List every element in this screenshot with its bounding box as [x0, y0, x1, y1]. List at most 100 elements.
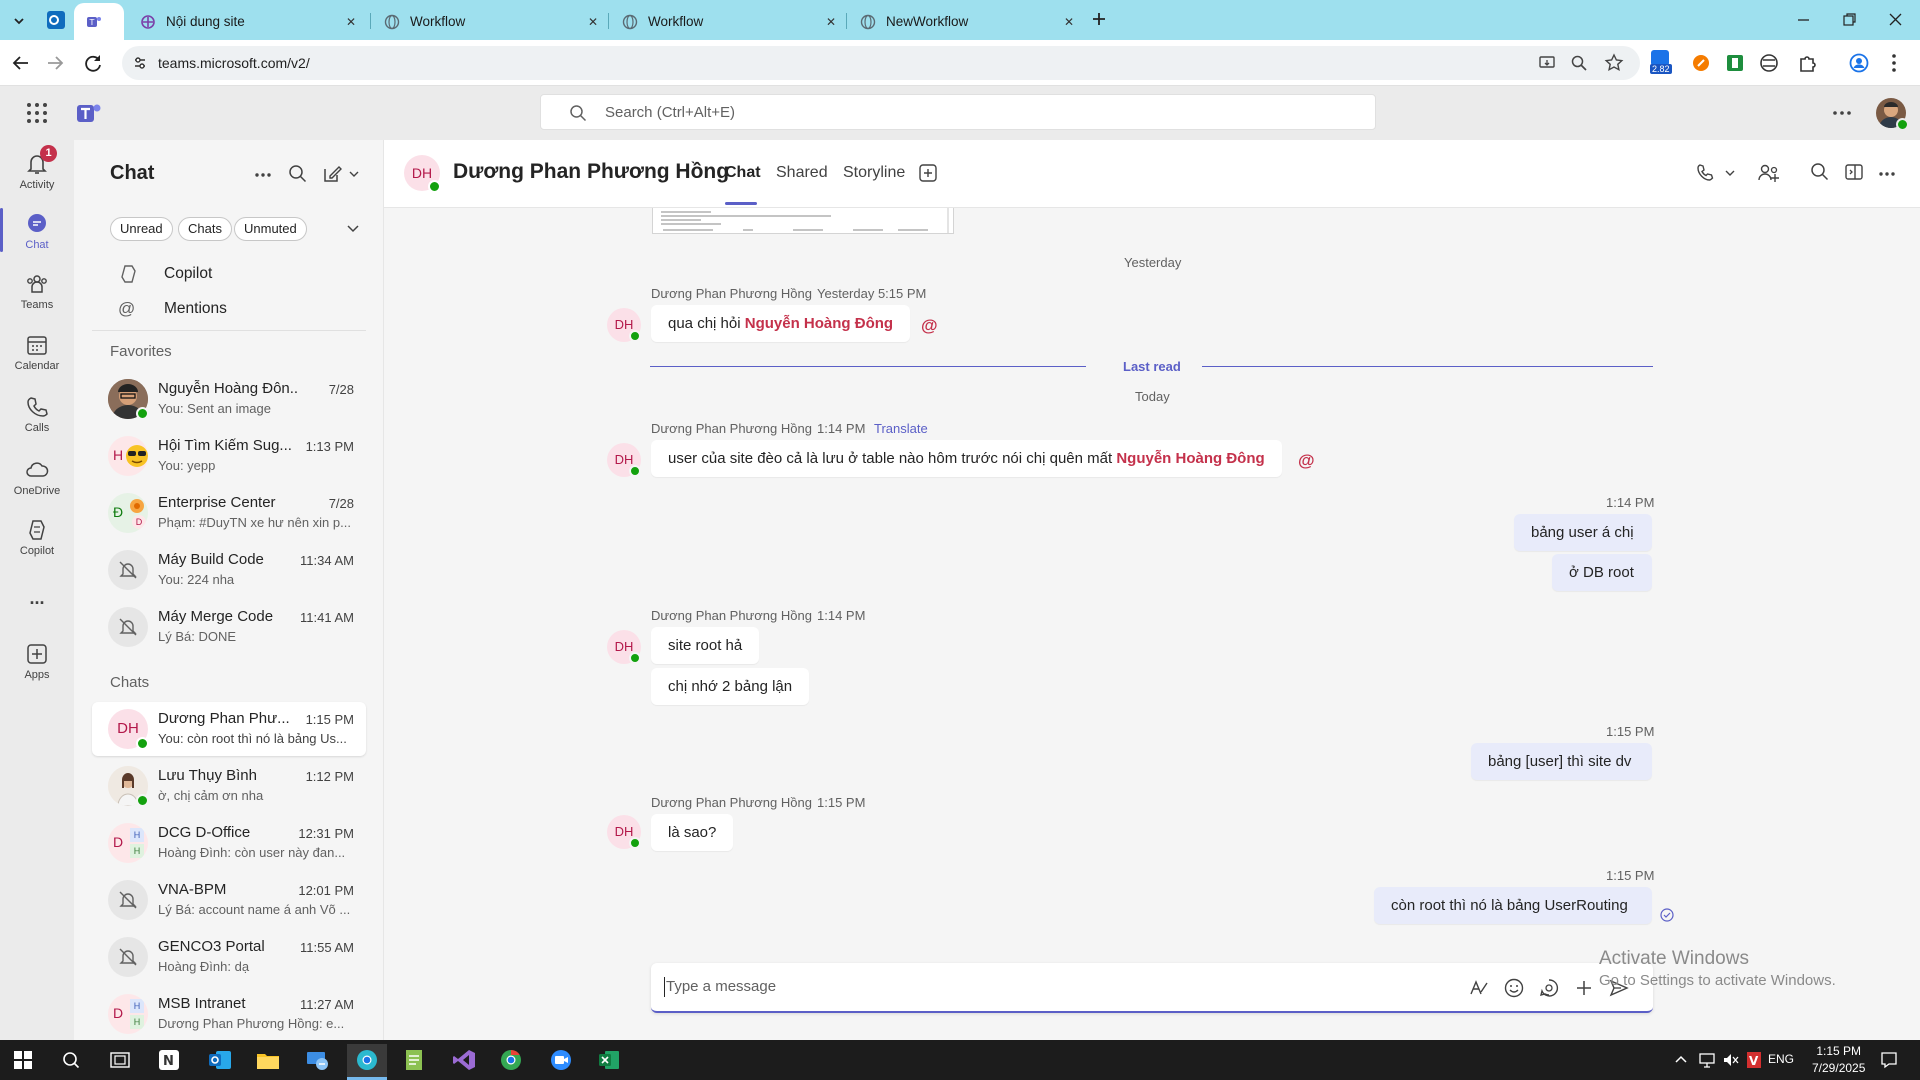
network-icon[interactable] [1698, 1052, 1716, 1068]
my-message-bubble[interactable]: bảng user á chị [1514, 514, 1652, 551]
message-bubble[interactable]: là sao? [651, 814, 734, 851]
pinned-tab-teams[interactable]: T [74, 3, 124, 40]
tab-chat[interactable]: Chat [725, 164, 761, 182]
install-app-icon[interactable] [1538, 54, 1556, 72]
close-tab-icon[interactable]: ✕ [346, 15, 356, 29]
open-side-panel-icon[interactable] [1844, 162, 1864, 182]
message-bubble[interactable]: site root hả [651, 627, 760, 664]
restore-button[interactable] [1838, 10, 1862, 30]
extension-green-icon[interactable] [1724, 52, 1746, 74]
chevron-down-icon[interactable] [346, 224, 360, 234]
profile-icon[interactable] [1848, 52, 1870, 74]
message-bubble[interactable]: qua chị hỏi Nguyễn Hoàng Đông [651, 305, 911, 342]
rail-teams[interactable]: Teams [0, 272, 74, 311]
browser-tab-2[interactable]: Workflow ✕ [372, 3, 608, 40]
rail-calls[interactable]: Calls [0, 395, 74, 434]
chat-item[interactable]: Nguyễn Hoàng Đôn... 7/28 You: Sent an im… [92, 372, 366, 426]
close-tab-icon[interactable]: ✕ [1064, 15, 1074, 29]
filter-chats[interactable]: Chats [178, 217, 232, 241]
chat-item[interactable]: H Hội Tìm Kiếm Sug... 1:13 PM You: yepp [92, 429, 366, 483]
app-launcher-icon[interactable] [26, 102, 48, 124]
back-button[interactable] [10, 52, 32, 74]
extension-globe-icon[interactable] [1758, 52, 1780, 74]
close-window-button[interactable] [1884, 10, 1908, 30]
chat-item[interactable]: Lưu Thụy Bình 1:12 PM ờ, chị cảm ơn nha [92, 759, 366, 813]
rail-chat[interactable]: Chat [0, 212, 74, 251]
file-explorer-icon[interactable] [256, 1049, 280, 1071]
minimize-button[interactable] [1792, 10, 1816, 30]
mentions-link[interactable]: @ Mentions [118, 299, 227, 319]
chat-app-icon[interactable] [550, 1049, 572, 1071]
rail-apps[interactable]: Apps [0, 642, 74, 681]
message-compose-box[interactable]: Type a message [651, 963, 1653, 1013]
chat-item[interactable]: Máy Merge Code 11:41 AM Lý Bá: DONE [92, 600, 366, 654]
search-icon[interactable] [288, 164, 308, 184]
visual-studio-icon[interactable] [452, 1049, 476, 1071]
volume-muted-icon[interactable] [1722, 1052, 1740, 1068]
chrome-icon[interactable] [500, 1049, 522, 1071]
pinned-tab-outlook[interactable] [44, 8, 68, 32]
browser-tab-4[interactable]: NewWorkflow ✕ [848, 3, 1084, 40]
more-options-icon[interactable] [1878, 171, 1896, 177]
windows-start-icon[interactable] [14, 1051, 32, 1069]
browser-tab-1[interactable]: Nội dung site ✕ [128, 3, 366, 40]
notepad-plus-icon[interactable] [404, 1048, 424, 1072]
extension-cost-button[interactable]: 2.82 [1648, 48, 1674, 78]
chat-item[interactable]: Máy Build Code 11:34 AM You: 224 nha [92, 543, 366, 597]
search-icon[interactable] [62, 1051, 80, 1069]
zoom-icon[interactable] [1570, 54, 1588, 72]
chevron-up-icon[interactable] [1674, 1054, 1688, 1064]
chat-item-selected[interactable]: DH Dương Phan Phư... 1:15 PM You: còn ro… [92, 702, 366, 756]
format-icon[interactable] [1468, 977, 1490, 999]
teams-search-box[interactable]: Search (Ctrl+Alt+E) [540, 94, 1376, 130]
chrome-icon[interactable] [356, 1049, 378, 1071]
add-tab-icon[interactable] [919, 164, 937, 182]
reload-button[interactable] [82, 52, 104, 74]
browser-menu-icon[interactable] [1888, 52, 1900, 74]
input-language[interactable]: ENG [1768, 1052, 1794, 1066]
loop-icon[interactable] [1538, 977, 1560, 999]
search-icon[interactable] [1810, 162, 1830, 182]
shared-image-thumbnail[interactable] [652, 208, 954, 234]
rail-onedrive[interactable]: OneDrive [0, 458, 74, 497]
outlook-icon[interactable] [208, 1049, 232, 1071]
message-bubble[interactable]: user của site đèo cả là lưu ở table nào … [651, 440, 1282, 477]
rail-activity[interactable]: Activity [0, 152, 74, 191]
excel-icon[interactable] [598, 1049, 620, 1071]
browser-tab-3[interactable]: Workflow ✕ [610, 3, 846, 40]
rail-more[interactable]: ... [0, 588, 74, 609]
rail-copilot[interactable]: Copilot [0, 518, 74, 557]
filter-unread[interactable]: Unread [110, 217, 173, 241]
people-icon[interactable] [1757, 162, 1781, 184]
contact-name[interactable]: Dương Phan Phương Hồng [453, 160, 729, 184]
emoji-icon[interactable] [1503, 977, 1525, 999]
vietnamese-keyboard-icon[interactable]: V [1746, 1051, 1762, 1069]
more-options-icon[interactable] [254, 172, 272, 178]
extension-orange-icon[interactable] [1690, 52, 1712, 74]
task-view-icon[interactable] [110, 1051, 130, 1069]
close-tab-icon[interactable]: ✕ [588, 15, 598, 29]
site-info-icon[interactable] [132, 55, 148, 71]
tab-storyline[interactable]: Storyline [843, 164, 905, 182]
compose-placeholder[interactable]: Type a message [666, 978, 776, 995]
notification-center-icon[interactable] [1880, 1051, 1898, 1069]
plus-icon[interactable] [1573, 977, 1595, 999]
chat-item[interactable]: Đ D Enterprise Center 7/28 Phạm: #DuyTN … [92, 486, 366, 540]
new-chat-button[interactable] [322, 164, 362, 184]
rail-calendar[interactable]: Calendar [0, 333, 74, 372]
chats-header[interactable]: Chats [110, 674, 149, 691]
remote-desktop-icon[interactable] [304, 1048, 330, 1072]
bookmark-star-icon[interactable] [1604, 53, 1624, 73]
more-options-icon[interactable] [1832, 110, 1852, 116]
forward-button[interactable] [44, 52, 66, 74]
mention[interactable]: Nguyễn Hoàng Đông [745, 315, 893, 332]
translate-link[interactable]: Translate [874, 421, 928, 436]
favorites-header[interactable]: Favorites [110, 343, 172, 360]
close-tab-icon[interactable]: ✕ [826, 15, 836, 29]
onenote-icon[interactable]: N [158, 1049, 180, 1071]
tab-search-button[interactable] [8, 10, 30, 32]
my-message-bubble[interactable]: còn root thì nó là bảng UserRouting [1374, 887, 1652, 924]
system-clock[interactable]: 1:15 PM 7/29/2025 [1812, 1043, 1865, 1077]
chat-item[interactable]: VNA-BPM 12:01 PM Lý Bá: account name á a… [92, 873, 366, 927]
filter-unmuted[interactable]: Unmuted [234, 217, 307, 241]
